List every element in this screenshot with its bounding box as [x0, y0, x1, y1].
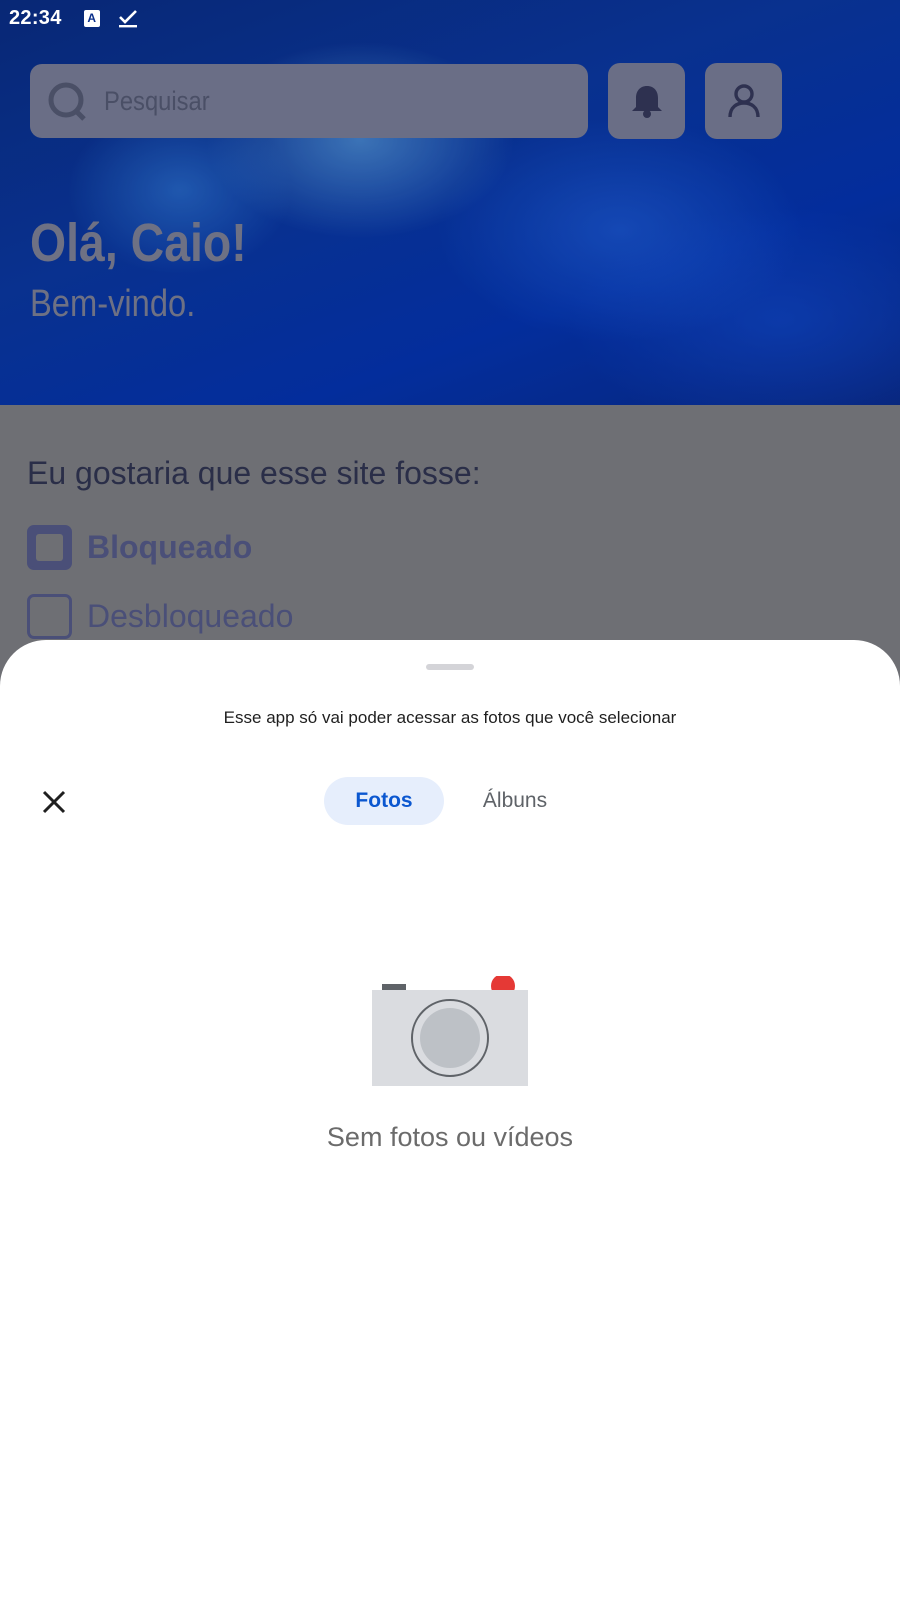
preference-prompt: Eu gostaria que esse site fosse:: [27, 455, 481, 491]
picker-message: Esse app só vai poder acessar as fotos q…: [223, 708, 677, 727]
tab-albums[interactable]: Álbuns: [455, 777, 575, 825]
photo-picker-sheet: Esse app só vai poder acessar as fotos q…: [0, 640, 900, 1600]
search-placeholder: Pesquisar: [104, 85, 210, 116]
option-unblocked-label: Desbloqueado: [87, 598, 294, 634]
search-icon: [48, 82, 86, 121]
drag-handle[interactable]: [426, 664, 474, 670]
status-time: 22:34: [9, 6, 62, 29]
option-blocked[interactable]: Bloqueado: [27, 525, 252, 570]
close-button[interactable]: [36, 784, 72, 820]
check-icon: [118, 10, 137, 28]
close-icon: [42, 790, 66, 814]
checkbox-blocked[interactable]: [27, 525, 72, 570]
greeting-title: Olá, Caio!: [30, 213, 247, 273]
status-bar: 22:34 A: [0, 0, 900, 36]
tab-photos[interactable]: Fotos: [324, 777, 444, 825]
empty-state-text: Sem fotos ou vídeos: [326, 1122, 574, 1152]
checkbox-unblocked[interactable]: [27, 594, 72, 639]
camera-icon: [372, 976, 528, 1086]
search-input[interactable]: Pesquisar: [30, 64, 588, 138]
option-unblocked[interactable]: Desbloqueado: [27, 594, 293, 639]
bell-icon: [631, 86, 662, 118]
profile-icon: [727, 84, 760, 118]
option-blocked-label: Bloqueado: [87, 529, 253, 565]
profile-button[interactable]: [705, 63, 782, 139]
header-background: [0, 0, 900, 405]
greeting-subtitle: Bem-vindo.: [30, 283, 196, 325]
notifications-button[interactable]: [608, 63, 685, 139]
text-a-icon: A: [83, 9, 100, 27]
